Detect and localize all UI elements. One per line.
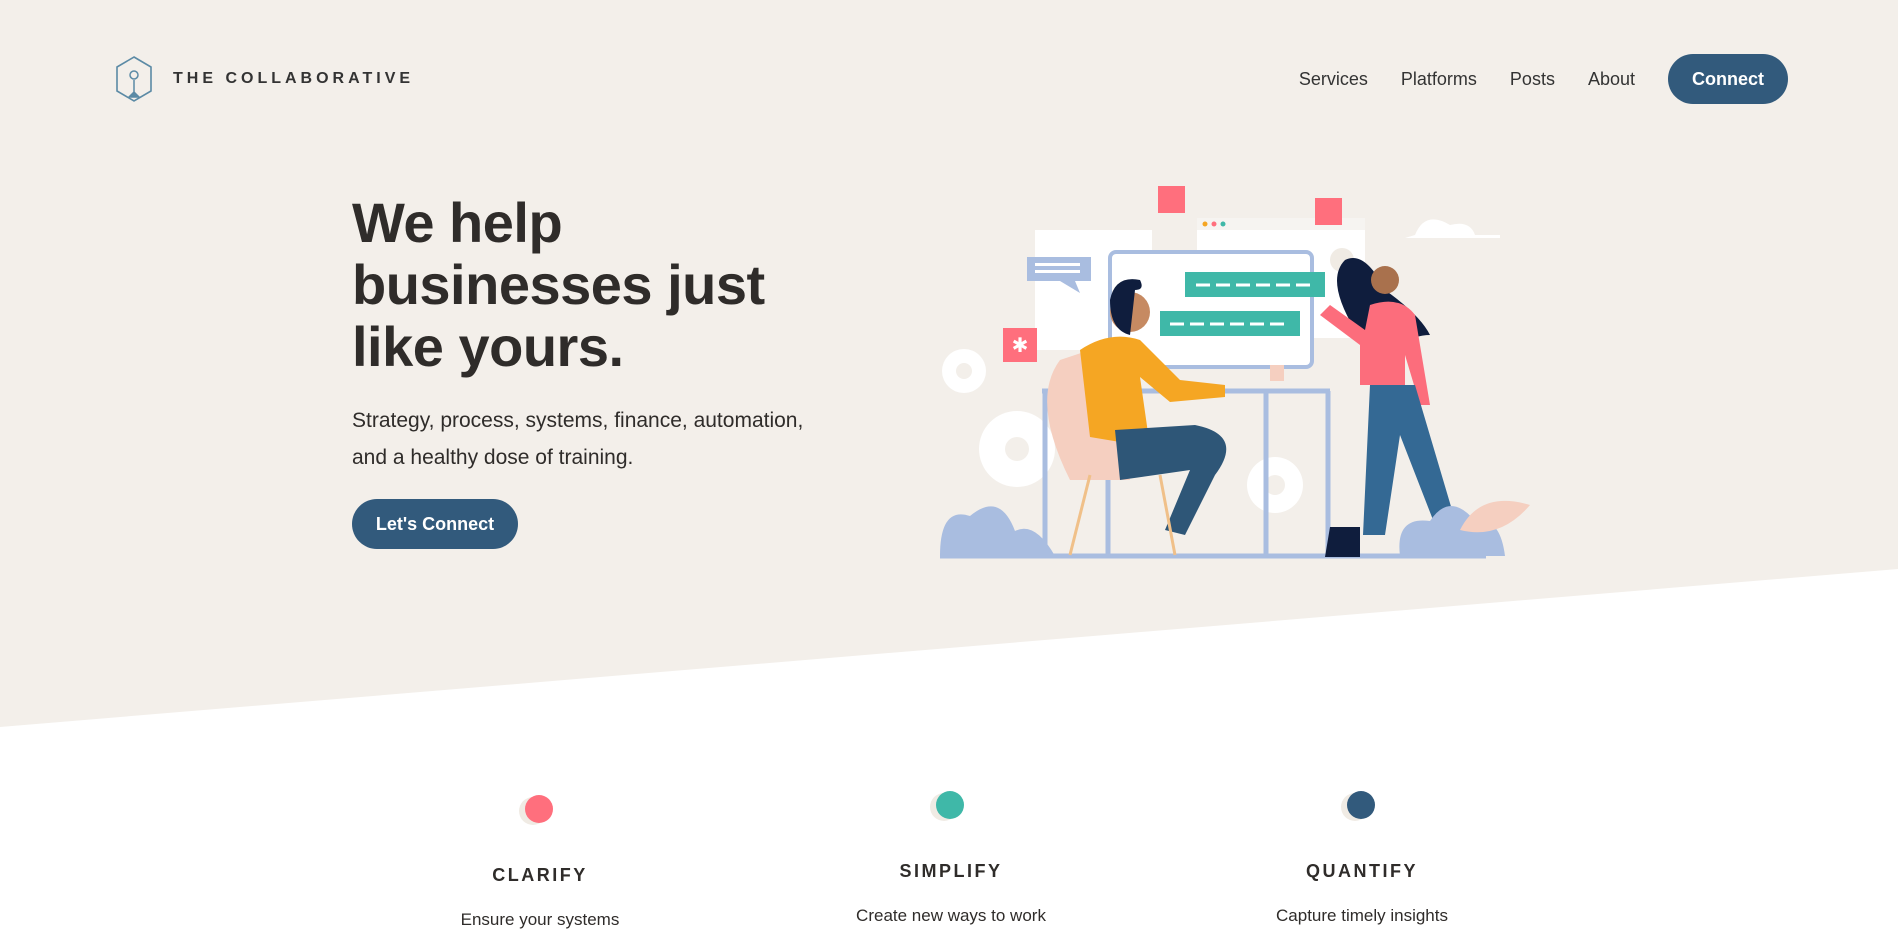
brand-logo[interactable]: THE COLLABORATIVE bbox=[115, 55, 414, 103]
feature-text: Ensure your systems bbox=[460, 910, 620, 929]
hero-title-line: We help bbox=[352, 191, 563, 254]
nav-platforms[interactable]: Platforms bbox=[1401, 69, 1477, 90]
feature-text: Capture timely insights bbox=[1276, 906, 1448, 925]
feature-text: Create new ways to work bbox=[856, 906, 1046, 925]
feature-quantify: QUANTIFY Capture timely insights bbox=[1212, 791, 1512, 926]
hero-subtitle: Strategy, process, systems, finance, aut… bbox=[352, 402, 872, 476]
logo-icon bbox=[116, 56, 152, 102]
hero-subtitle-line: and a healthy dose of training. bbox=[352, 446, 634, 469]
cloud-icon bbox=[1405, 219, 1500, 238]
hero-subtitle-line: Strategy, process, systems, finance, aut… bbox=[352, 409, 804, 432]
feature-simplify: SIMPLIFY Create new ways to work bbox=[801, 791, 1101, 926]
lets-connect-button[interactable]: Let's Connect bbox=[352, 499, 518, 549]
nav-posts[interactable]: Posts bbox=[1510, 69, 1555, 90]
feature-clarify: CLARIFY Ensure your systems bbox=[390, 795, 690, 930]
main-nav: Services Platforms Posts About Connect bbox=[1299, 54, 1788, 104]
feature-title: CLARIFY bbox=[492, 865, 588, 885]
leaf-icon bbox=[1460, 500, 1530, 533]
hero-title-line: businesses just bbox=[352, 253, 765, 316]
hero-illustration: ✱ bbox=[940, 186, 1530, 559]
brand-name: THE COLLABORATIVE bbox=[173, 70, 415, 87]
feature-dot-icon bbox=[1341, 791, 1377, 821]
feature-dot-icon bbox=[930, 791, 966, 821]
slack-icon bbox=[1158, 186, 1185, 213]
connect-button[interactable]: Connect bbox=[1668, 54, 1788, 104]
svg-text:✱: ✱ bbox=[1012, 335, 1029, 357]
feature-title: SIMPLIFY bbox=[899, 861, 1003, 881]
hero-title: We help businesses just like yours. bbox=[352, 192, 765, 378]
nav-about[interactable]: About bbox=[1588, 69, 1635, 90]
feature-title: QUANTIFY bbox=[1306, 861, 1418, 881]
plants bbox=[940, 506, 1505, 556]
hero-title-line: like yours. bbox=[352, 315, 624, 378]
nav-services[interactable]: Services bbox=[1299, 69, 1368, 90]
asana-icon bbox=[1315, 198, 1342, 225]
feature-dot-icon bbox=[519, 795, 555, 825]
coffee-cup bbox=[1270, 365, 1284, 381]
